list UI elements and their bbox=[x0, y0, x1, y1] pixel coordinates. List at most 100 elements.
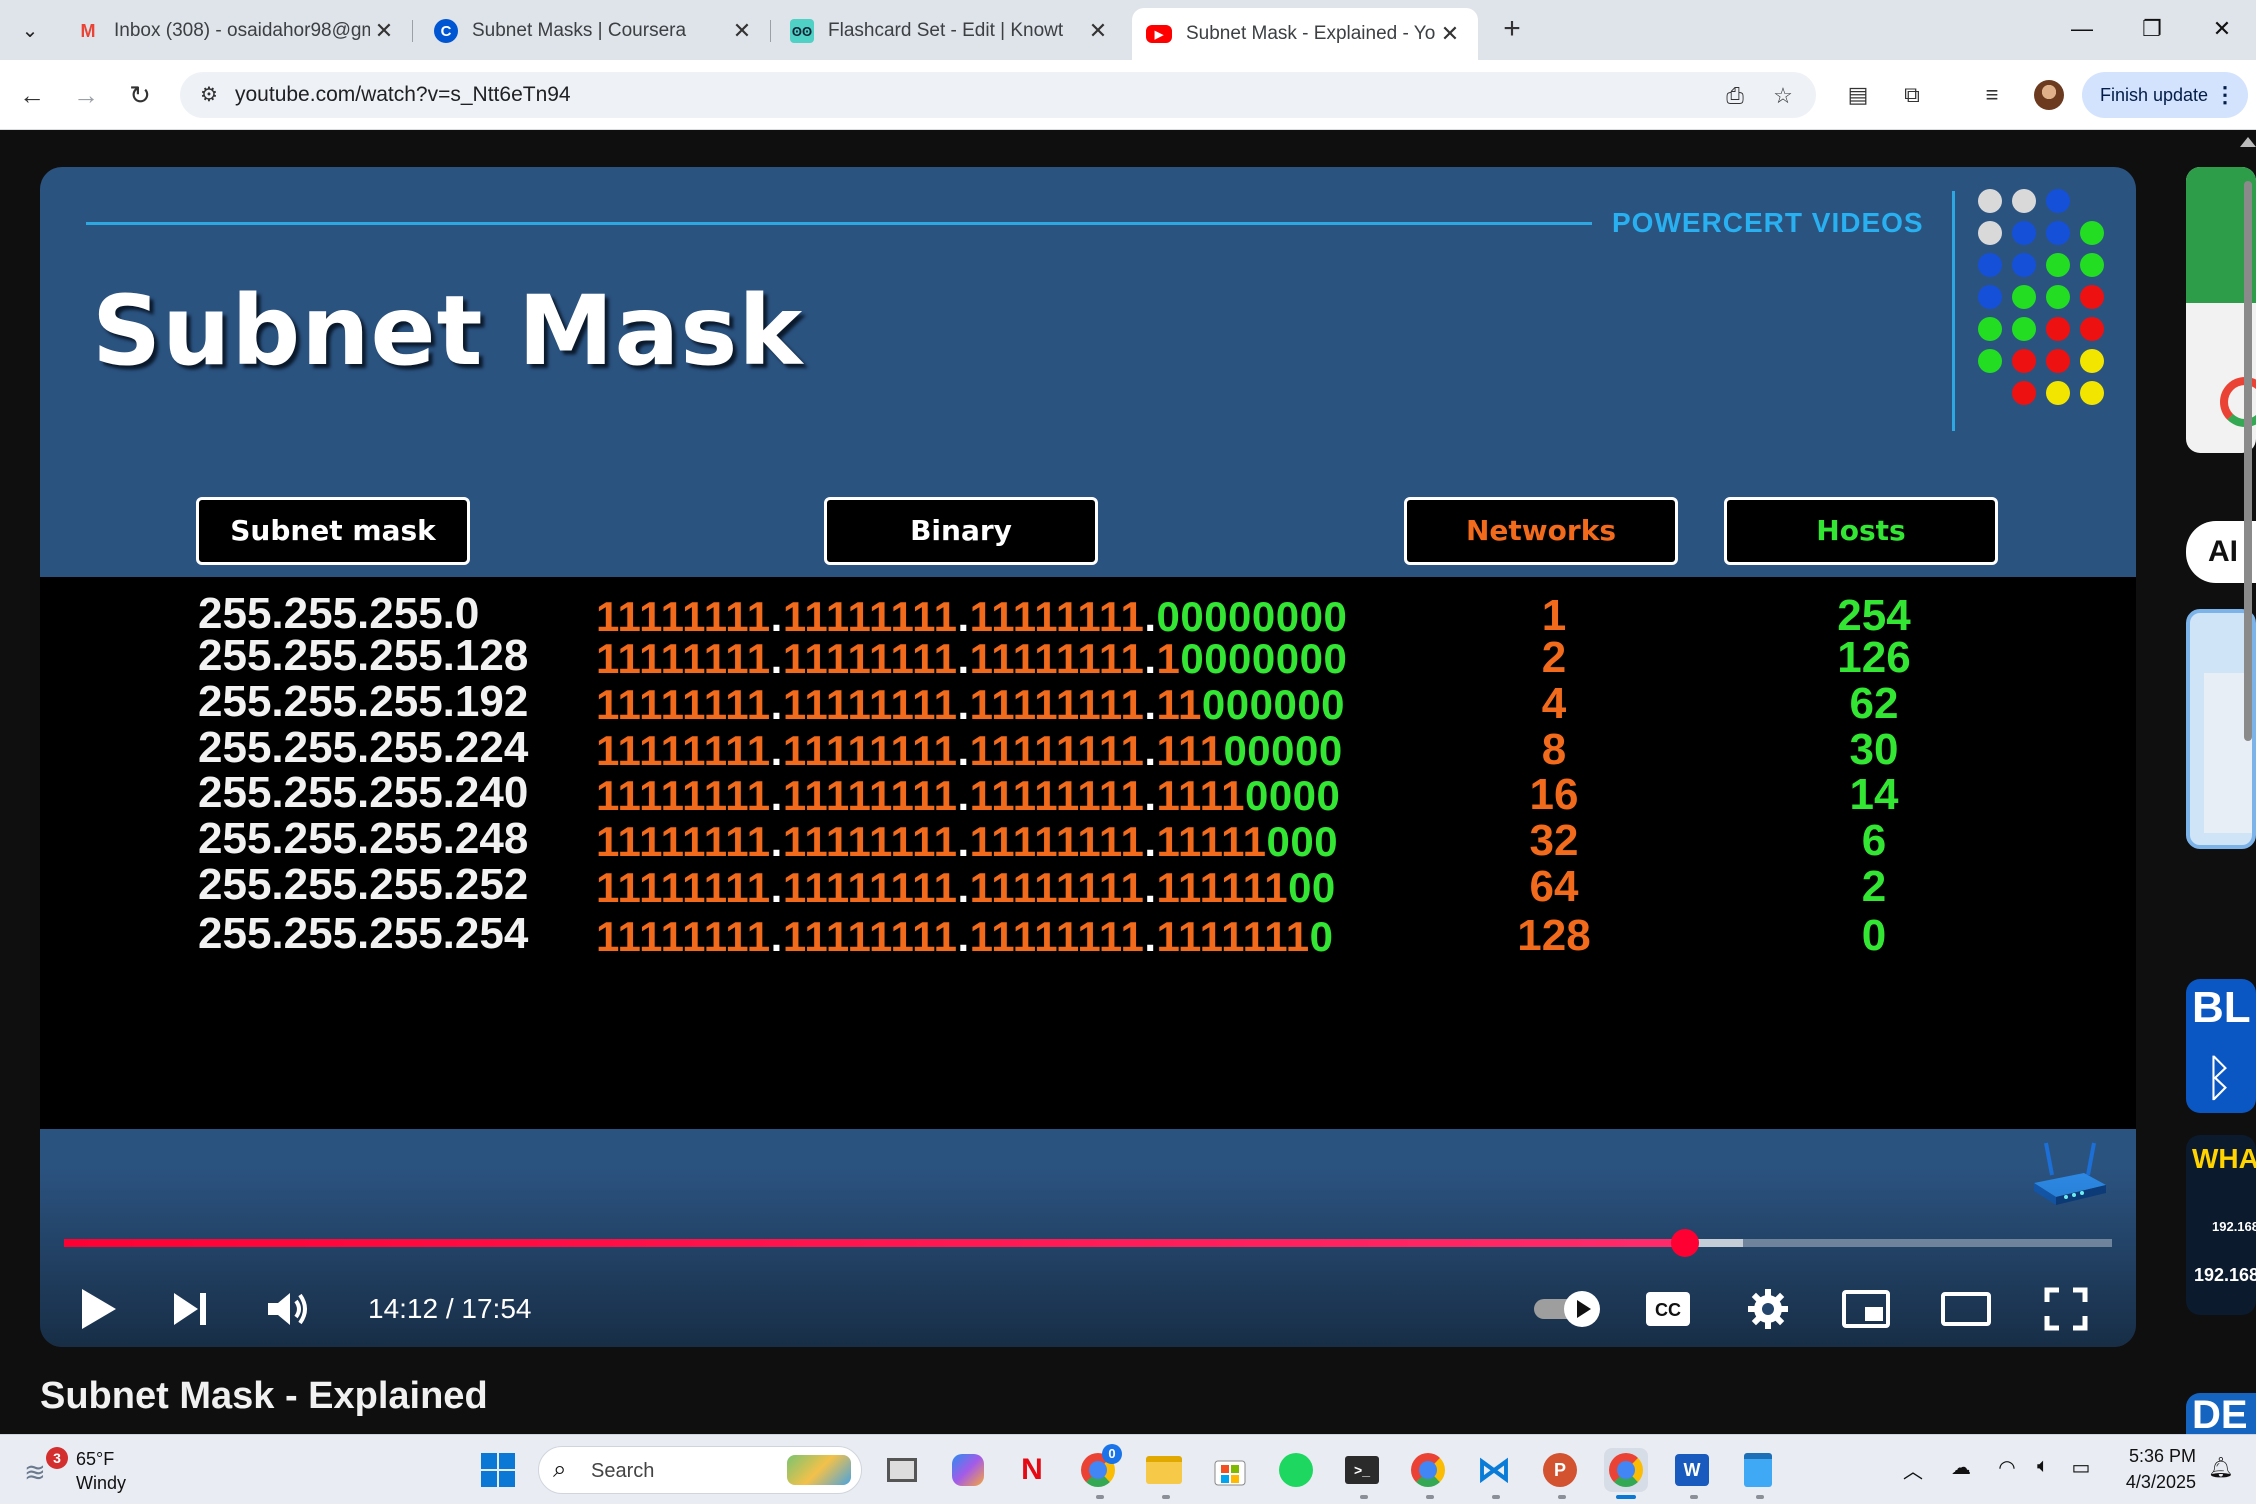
new-tab-button[interactable]: + bbox=[1494, 12, 1530, 48]
time-display: 14:12 / 17:54 bbox=[368, 1293, 532, 1324]
video-title: Subnet Mask - Explained bbox=[40, 1375, 488, 1417]
chrome-app[interactable] bbox=[1406, 1448, 1450, 1492]
task-view-button[interactable] bbox=[880, 1448, 924, 1492]
minimize-button[interactable]: — bbox=[2054, 10, 2110, 48]
vscode-app[interactable]: ⋈ bbox=[1472, 1448, 1516, 1492]
chrome-profile-app[interactable]: 0 bbox=[1076, 1444, 1122, 1492]
close-icon[interactable]: ✕ bbox=[370, 18, 398, 44]
fullscreen-icon bbox=[2044, 1287, 2088, 1331]
windows-logo-icon bbox=[481, 1453, 515, 1487]
close-icon[interactable]: ✕ bbox=[1084, 18, 1112, 44]
scroll-up-arrow[interactable] bbox=[2240, 137, 2256, 147]
restore-button[interactable]: ❐ bbox=[2124, 10, 2180, 48]
miniplayer-button[interactable] bbox=[1834, 1277, 1898, 1341]
media-controls-icon[interactable]: ≡ bbox=[1974, 77, 2010, 113]
microsoft-store-app[interactable] bbox=[1208, 1448, 1252, 1492]
slide-title: Subnet Mask bbox=[92, 275, 804, 387]
copilot-button[interactable] bbox=[946, 1448, 990, 1492]
powerpoint-icon: P bbox=[1543, 1453, 1577, 1487]
volume-status[interactable]: 🔈︎ bbox=[2028, 1455, 2058, 1485]
tab-strip: ⌄ M Inbox (308) - osaidahor98@gm ✕ C Sub… bbox=[0, 0, 2256, 60]
captions-icon: CC bbox=[1646, 1292, 1690, 1326]
profile-avatar[interactable] bbox=[2034, 80, 2064, 110]
page-scrollbar[interactable] bbox=[2244, 181, 2252, 741]
extensions-icon[interactable]: ⧉ bbox=[1894, 77, 1930, 113]
network-status[interactable]: ◠ bbox=[1992, 1455, 2022, 1485]
terminal-app[interactable]: >_ bbox=[1340, 1448, 1384, 1492]
tab-title: Inbox (308) - osaidahor98@gm bbox=[114, 20, 370, 41]
tab-coursera[interactable]: C Subnet Masks | Coursera ✕ bbox=[420, 8, 771, 54]
close-icon[interactable]: ✕ bbox=[728, 18, 756, 44]
taskbar-clock[interactable]: 5:36 PM 4/3/2025 bbox=[2106, 1443, 2196, 1495]
install-app-icon[interactable]: ⎙ bbox=[1720, 81, 1750, 111]
theater-mode-button[interactable] bbox=[1934, 1277, 1998, 1341]
autoplay-toggle-icon bbox=[1534, 1291, 1600, 1327]
arrow-right-icon: → bbox=[73, 80, 99, 110]
hosts-value: 2 bbox=[1861, 862, 1887, 911]
close-icon[interactable]: ✕ bbox=[1436, 21, 1464, 47]
vscode-icon: ⋈ bbox=[1477, 1451, 1511, 1489]
mute-button[interactable] bbox=[256, 1277, 320, 1341]
chevron-down-icon: ⌄ bbox=[21, 19, 39, 42]
mask-value: 255.255.255.192 bbox=[198, 677, 529, 726]
onedrive-status[interactable]: ☁ bbox=[1946, 1455, 1976, 1485]
mask-value: 255.255.255.240 bbox=[198, 768, 529, 817]
powerpoint-app[interactable]: P bbox=[1538, 1448, 1582, 1492]
netflix-app[interactable]: N bbox=[1010, 1448, 1054, 1492]
battery-status[interactable]: ▭ bbox=[2066, 1455, 2096, 1485]
store-icon bbox=[1214, 1460, 1246, 1486]
close-window-button[interactable]: ✕ bbox=[2194, 10, 2250, 48]
chrome-active-app[interactable] bbox=[1604, 1448, 1648, 1492]
tab-search-button[interactable]: ⌄ bbox=[10, 12, 50, 48]
cloud-error-icon: ☁ bbox=[1951, 1457, 1971, 1479]
skip-next-icon bbox=[174, 1293, 206, 1325]
binary-value: 11111111.11111111.11111111.11111100 bbox=[596, 864, 1336, 911]
notifications-button[interactable]: 🔔︎ bbox=[2206, 1455, 2236, 1485]
tab-youtube-active[interactable]: ▶ Subnet Mask - Explained - YouT ✕ bbox=[1132, 8, 1478, 60]
reading-mode-icon[interactable]: ▤ bbox=[1840, 77, 1876, 113]
url-text[interactable]: youtube.com/watch?v=s_Ntt6eTn94 bbox=[235, 83, 571, 107]
video-player[interactable]: POWERCERT VIDEOS Subnet Mask Subnet mask… bbox=[40, 167, 2136, 1347]
progress-played bbox=[64, 1239, 1686, 1247]
hosts-value: 0 bbox=[1861, 911, 1887, 960]
weather-widget[interactable]: ≋ 3 65°F Windy bbox=[24, 1445, 164, 1495]
controls-gradient bbox=[40, 1167, 2136, 1347]
theater-icon bbox=[1941, 1292, 1991, 1326]
finish-update-button[interactable]: Finish update ⋮ bbox=[2082, 72, 2248, 118]
show-hidden-icons[interactable]: ︿ bbox=[1898, 1455, 1928, 1485]
site-info-icon[interactable]: ⚙ bbox=[196, 82, 222, 108]
notepad-app[interactable] bbox=[1736, 1448, 1780, 1492]
address-bar[interactable]: ⚙ youtube.com/watch?v=s_Ntt6eTn94 ⎙ ☆ bbox=[180, 72, 1816, 118]
wind-icon: ≋ bbox=[24, 1457, 46, 1487]
hosts-value: 126 bbox=[1837, 633, 1911, 682]
forward-button[interactable]: → bbox=[68, 77, 104, 113]
start-button[interactable] bbox=[476, 1448, 520, 1492]
chevron-up-icon: ︿ bbox=[1903, 1461, 1923, 1483]
notification-bell-icon: 🔔︎ bbox=[2208, 1457, 2234, 1479]
spotify-app[interactable] bbox=[1274, 1448, 1318, 1492]
youtube-watch-page: POWERCERT VIDEOS Subnet Mask Subnet mask… bbox=[0, 131, 2256, 1437]
settings-button[interactable] bbox=[1736, 1277, 1800, 1341]
reload-button[interactable]: ↻ bbox=[122, 77, 158, 113]
taskbar-search[interactable]: ⌕ Search bbox=[538, 1446, 862, 1494]
fullscreen-button[interactable] bbox=[2034, 1277, 2098, 1341]
autoplay-toggle[interactable] bbox=[1524, 1277, 1614, 1341]
bookmark-star-icon[interactable]: ☆ bbox=[1768, 81, 1798, 111]
youtube-icon: ▶ bbox=[1146, 25, 1172, 43]
back-button[interactable]: ← bbox=[14, 77, 50, 113]
bluetooth-icon: ᛒ bbox=[2204, 1050, 2234, 1106]
tab-knowt[interactable]: ʘʘ Flashcard Set - Edit | Knowt ✕ bbox=[776, 8, 1126, 54]
play-button[interactable] bbox=[66, 1277, 130, 1341]
wifi-icon: ◠ bbox=[1998, 1457, 2016, 1479]
header-subnet-mask: Subnet mask bbox=[196, 497, 470, 565]
file-explorer-app[interactable] bbox=[1142, 1448, 1186, 1492]
suggestion-thumbnail[interactable]: BL ᛒ bbox=[2186, 979, 2256, 1113]
captions-button[interactable]: CC bbox=[1636, 1277, 1700, 1341]
suggestion-thumbnail[interactable]: DE bbox=[2186, 1393, 2256, 1437]
slide-divider bbox=[1952, 191, 1955, 431]
tab-gmail[interactable]: M Inbox (308) - osaidahor98@gm ✕ bbox=[62, 8, 413, 54]
svg-text:CC: CC bbox=[1655, 1300, 1681, 1320]
next-button[interactable] bbox=[158, 1277, 222, 1341]
suggestion-thumbnail[interactable]: WHA 192.168 192.168 bbox=[2186, 1135, 2256, 1315]
word-app[interactable]: W bbox=[1670, 1448, 1714, 1492]
